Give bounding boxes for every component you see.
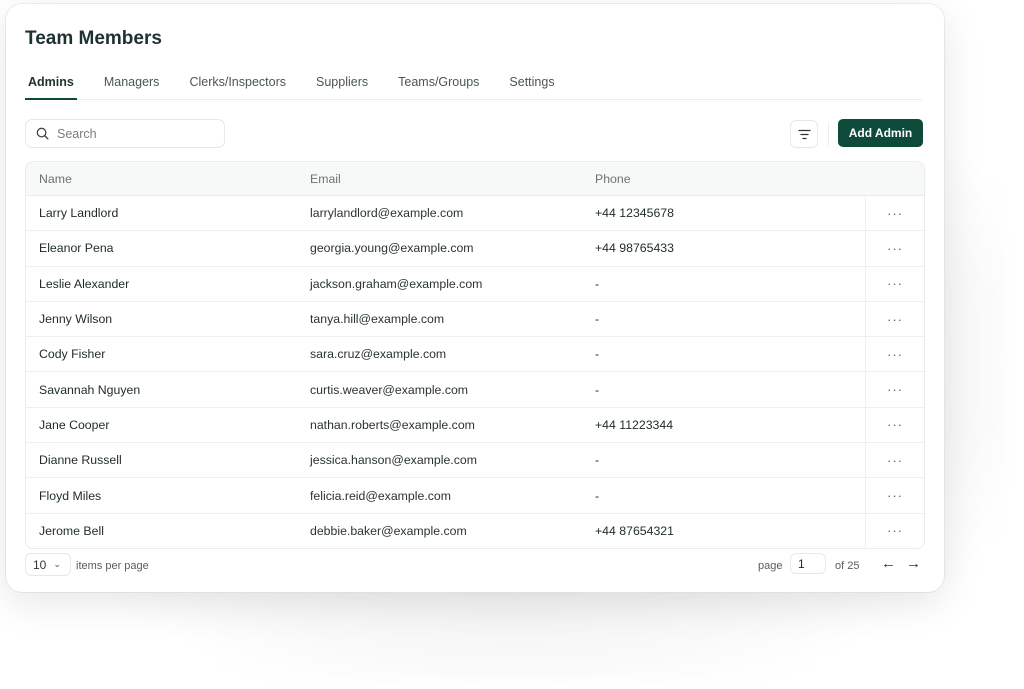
items-per-page-select[interactable]: 10 ⌄ (25, 553, 71, 576)
row-actions-more-icon[interactable]: ··· (865, 337, 924, 372)
table-row[interactable]: Eleanor Pena georgia.young@example.com +44… (26, 231, 924, 267)
cell-email: curtis.weaver@example.com (310, 382, 469, 397)
cell-email: sara.cruz@example.com (310, 347, 447, 362)
page-label: page (758, 560, 783, 572)
cell-email: georgia.young@example.com (310, 241, 474, 256)
column-header-name: Name (39, 171, 72, 186)
search-input[interactable] (55, 125, 209, 142)
cell-phone: +44 11223344 (595, 417, 674, 432)
cell-email: jackson.graham@example.com (310, 276, 483, 291)
cell-email: larrylandlord@example.com (310, 206, 464, 221)
row-actions-more-icon[interactable]: ··· (865, 231, 924, 266)
row-actions-more-icon[interactable]: ··· (865, 478, 924, 513)
table-row[interactable]: Savannah Nguyen curtis.weaver@example.com… (26, 372, 924, 408)
tab-suppliers[interactable]: Suppliers (313, 74, 371, 98)
table-row[interactable]: Cody Fisher sara.cruz@example.com - ··· (26, 337, 924, 373)
cell-phone: - (595, 312, 600, 327)
add-admin-button[interactable]: Add Admin (838, 119, 923, 147)
row-actions-more-icon[interactable]: ··· (865, 443, 924, 478)
row-actions-more-icon[interactable]: ··· (865, 372, 924, 407)
table-row[interactable]: Jerome Bell debbie.baker@example.com +44 8… (26, 513, 924, 548)
cell-name: Savannah Nguyen (39, 382, 141, 397)
row-actions-more-icon[interactable]: ··· (865, 196, 924, 231)
cell-phone: - (595, 382, 600, 397)
cell-phone: - (595, 347, 600, 362)
page-number-input[interactable] (790, 553, 826, 574)
search-box (25, 119, 225, 148)
table-row[interactable]: Jane Cooper nathan.roberts@example.com +44… (26, 407, 924, 444)
tab-teams-groups[interactable]: Teams/Groups (395, 74, 482, 98)
cell-phone: +44 98765433 (595, 241, 674, 256)
toolbar-divider (828, 122, 829, 146)
tab-admins[interactable]: Admins (25, 74, 77, 100)
cell-email: felicia.reid@example.com (310, 488, 451, 503)
row-actions-more-icon[interactable]: ··· (865, 407, 924, 443)
column-header-phone: Phone (595, 171, 631, 186)
cell-email: tanya.hill@example.com (310, 312, 445, 327)
cell-phone: - (595, 453, 600, 468)
cell-name: Jerome Bell (39, 523, 104, 538)
next-page-arrow-icon[interactable]: → (906, 556, 921, 571)
cell-name: Floyd Miles (39, 488, 102, 503)
page-title: Team Members (25, 28, 162, 49)
team-members-card: Team Members Admins Managers Clerks/Insp… (6, 4, 944, 592)
row-actions-more-icon[interactable]: ··· (865, 513, 924, 548)
column-header-email: Email (310, 171, 341, 186)
tab-clerks-inspectors[interactable]: Clerks/Inspectors (186, 74, 289, 98)
cell-name: Cody Fisher (39, 347, 106, 362)
cell-email: jessica.hanson@example.com (310, 453, 477, 468)
prev-page-arrow-icon[interactable]: ← (881, 556, 896, 571)
table-row[interactable]: Leslie Alexander jackson.graham@example.c… (26, 266, 924, 302)
tab-settings[interactable]: Settings (506, 74, 557, 98)
cell-phone: +44 12345678 (595, 206, 674, 221)
filter-button[interactable] (790, 120, 818, 148)
cell-email: debbie.baker@example.com (310, 523, 467, 538)
items-per-page-label: items per page (76, 560, 149, 572)
row-actions-more-icon[interactable]: ··· (865, 266, 924, 301)
cell-name: Leslie Alexander (39, 276, 130, 291)
tab-managers[interactable]: Managers (101, 74, 163, 98)
cell-name: Larry Landlord (39, 206, 119, 221)
cell-name: Jenny Wilson (39, 312, 113, 327)
search-icon (36, 127, 49, 140)
table-header: Name Email Phone (26, 162, 924, 196)
cell-name: Eleanor Pena (39, 241, 114, 256)
cell-phone: - (595, 276, 600, 291)
admins-table: Name Email Phone Larry Landlord larryland… (25, 161, 925, 549)
items-per-page-value: 10 (33, 557, 47, 572)
cell-name: Dianne Russell (39, 453, 122, 468)
table-body: Larry Landlord larrylandlord@example.com +… (26, 196, 924, 548)
cell-name: Jane Cooper (39, 417, 110, 432)
table-row[interactable]: Jenny Wilson tanya.hill@example.com - ··· (26, 301, 924, 338)
cell-email: nathan.roberts@example.com (310, 417, 475, 432)
filter-icon (797, 129, 811, 139)
tab-bar: Admins Managers Clerks/Inspectors Suppli… (25, 74, 922, 100)
column-header-actions (865, 162, 924, 195)
cell-phone: - (595, 488, 600, 503)
table-row[interactable]: Larry Landlord larrylandlord@example.com +… (26, 196, 924, 232)
table-row[interactable]: Dianne Russell jessica.hanson@example.com… (26, 443, 924, 479)
total-pages-label: of 25 (835, 560, 860, 572)
cell-phone: +44 87654321 (595, 523, 674, 538)
chevron-down-icon: ⌄ (53, 559, 61, 569)
table-row[interactable]: Floyd Miles felicia.reid@example.com - ··· (26, 478, 924, 514)
row-actions-more-icon[interactable]: ··· (865, 301, 924, 337)
